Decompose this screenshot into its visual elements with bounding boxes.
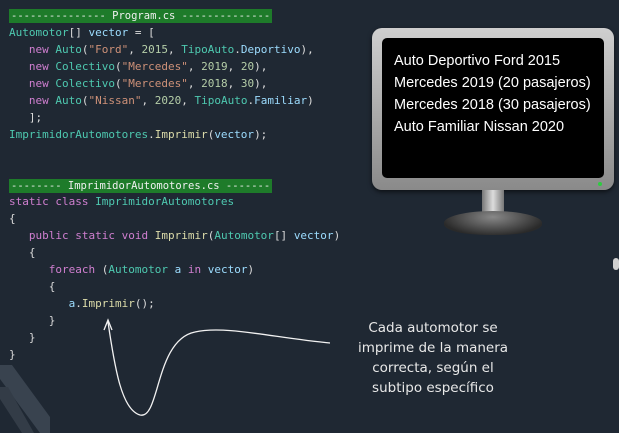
caption-line: correcta, según el [372,360,494,376]
caption-line: imprime de la manera [357,340,509,356]
brand-stripes-icon [0,365,50,433]
annotation-caption: Cada automotor se imprime de la manera c… [328,318,538,398]
caption-line: Cada automotor se [368,320,498,336]
scrollbar-thumb[interactable] [613,258,619,270]
caption-line: subtipo específico [372,380,494,396]
